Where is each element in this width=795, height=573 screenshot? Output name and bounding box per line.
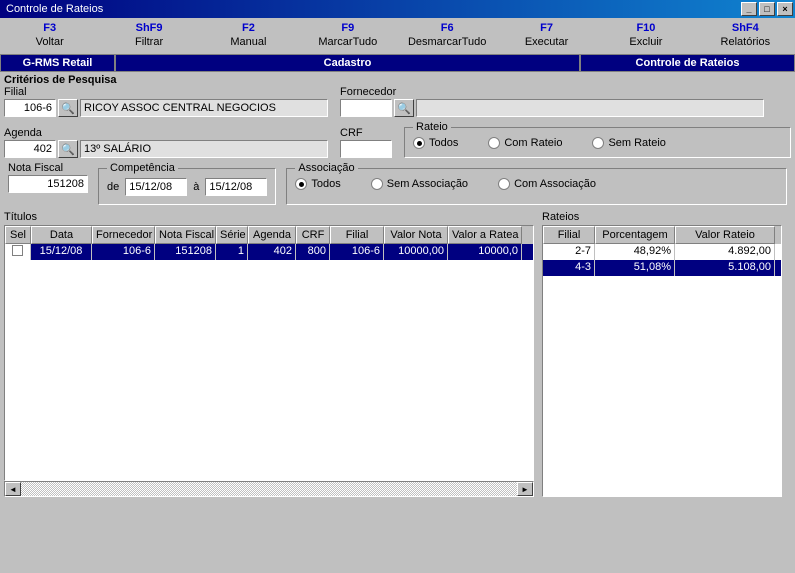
fornecedor-search-button[interactable]: 🔍 [394,99,414,117]
window-title: Controle de Rateios [2,3,739,15]
titulos-label: Títulos [4,211,534,223]
agenda-input[interactable] [4,140,56,158]
assoc-todos[interactable]: Todos [295,178,340,190]
toolbar: F3Voltar ShF9Filtrar F2Manual F9MarcarTu… [0,18,795,54]
rateio-sem[interactable]: Sem Rateio [592,137,665,149]
titulos-grid[interactable]: Sel Data Fornecedor Nota Fiscal Série Ag… [4,225,534,481]
rateio-todos[interactable]: Todos [413,137,458,149]
titulos-hscroll[interactable]: ◄ ► [4,481,534,497]
competencia-a-input[interactable] [205,178,267,196]
titlebar: Controle de Rateios _ □ × [0,0,795,18]
toolbar-manual[interactable]: F2Manual [199,22,298,48]
band-screen: Controle de Rateios [580,54,795,72]
breadcrumb-bands: G-RMS Retail Cadastro Controle de Rateio… [0,54,795,72]
fornecedor-field: Fornecedor 🔍 [340,86,764,117]
fornecedor-input[interactable] [340,99,392,117]
maximize-button[interactable]: □ [759,2,775,16]
binoculars-icon: 🔍 [61,102,75,115]
assoc-com[interactable]: Com Associação [498,178,596,190]
associacao-fieldset: Associação Todos Sem Associação Com Asso… [286,162,787,205]
agenda-desc: 13º SALÁRIO [80,140,328,158]
row-checkbox[interactable] [12,245,23,256]
rateios-label: Rateios [542,211,782,223]
close-button[interactable]: × [777,2,793,16]
rateio-com[interactable]: Com Rateio [488,137,562,149]
crf-input[interactable] [340,140,392,158]
criteria-title: Critérios de Pesquisa [4,74,791,86]
filial-field: Filial 🔍 RICOY ASSOC CENTRAL NEGOCIOS [4,86,328,117]
rateios-header: Filial Porcentagem Valor Rateio [543,226,781,244]
toolbar-marcartudo[interactable]: F9MarcarTudo [298,22,397,48]
competencia-fieldset: Competência de à [98,162,276,205]
filial-search-button[interactable]: 🔍 [58,99,78,117]
band-module: Cadastro [115,54,580,72]
nota-fiscal-field: Nota Fiscal [8,162,88,205]
table-row[interactable]: 4-3 51,08% 5.108,00 [543,260,781,276]
titulos-header: Sel Data Fornecedor Nota Fiscal Série Ag… [5,226,533,244]
band-app: G-RMS Retail [0,54,115,72]
binoculars-icon: 🔍 [61,143,75,156]
scroll-left-icon[interactable]: ◄ [5,482,21,496]
agenda-field: Agenda 🔍 13º SALÁRIO [4,127,328,158]
fornecedor-desc [416,99,764,117]
nota-fiscal-input[interactable] [8,175,88,193]
agenda-search-button[interactable]: 🔍 [58,140,78,158]
filial-input[interactable] [4,99,56,117]
toolbar-filtrar[interactable]: ShF9Filtrar [99,22,198,48]
crf-field: CRF [340,127,392,158]
assoc-sem[interactable]: Sem Associação [371,178,468,190]
rateio-fieldset: Rateio Todos Com Rateio Sem Rateio [404,121,791,158]
competencia-de-input[interactable] [125,178,187,196]
filial-desc: RICOY ASSOC CENTRAL NEGOCIOS [80,99,328,117]
rateios-grid[interactable]: Filial Porcentagem Valor Rateio 2-7 48,9… [542,225,782,497]
toolbar-relatorios[interactable]: ShF4Relatórios [696,22,795,48]
table-row[interactable]: 15/12/08 106-6 151208 1 402 800 106-6 10… [5,244,533,260]
table-row[interactable]: 2-7 48,92% 4.892,00 [543,244,781,260]
minimize-button[interactable]: _ [741,2,757,16]
toolbar-excluir[interactable]: F10Excluir [596,22,695,48]
toolbar-executar[interactable]: F7Executar [497,22,596,48]
toolbar-desmarcartudo[interactable]: F6DesmarcarTudo [398,22,497,48]
toolbar-voltar[interactable]: F3Voltar [0,22,99,48]
scroll-right-icon[interactable]: ► [517,482,533,496]
binoculars-icon: 🔍 [397,102,411,115]
